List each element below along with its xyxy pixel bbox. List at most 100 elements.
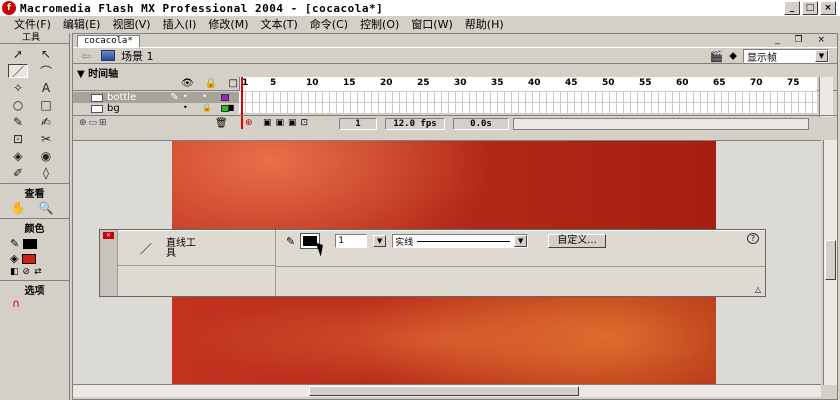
close-button[interactable]: × — [820, 1, 836, 15]
onion-skin-icons[interactable]: ▣▣▣⊡ — [263, 118, 312, 128]
panel-gripper[interactable]: ✕ — [100, 230, 118, 296]
stroke-color-icon: ✎ — [10, 237, 20, 250]
menu-commands[interactable]: 命令(C) — [304, 16, 354, 32]
timeline-header: 👁 🔒 □ 1 5 10 15 20 25 30 35 40 45 50 55 … — [73, 77, 837, 91]
pencil-tool-icon[interactable]: ✎ — [8, 115, 28, 129]
rectangle-tool-icon[interactable]: □ — [36, 98, 56, 112]
panel-close-icon[interactable]: ✕ — [103, 232, 114, 239]
black-white-icon[interactable]: ◧ — [10, 267, 19, 277]
no-color-icon[interactable]: ⊘ — [23, 267, 31, 277]
pencil-icon: ✎ — [170, 92, 179, 103]
frame-cells[interactable] — [239, 92, 817, 103]
zoom-value: 显示帧 — [747, 52, 777, 64]
timeline-vertical-scrollbar[interactable] — [819, 77, 833, 117]
stroke-style-value: 实线 — [395, 237, 414, 248]
maximize-button[interactable]: □ — [802, 1, 818, 15]
colors-section-label: 颜色 — [0, 218, 69, 235]
layer-state-marks[interactable]: • 🔒 ■ — [183, 103, 240, 112]
pen-tool-icon[interactable]: ✧ — [8, 81, 28, 95]
menu-edit[interactable]: 编辑(E) — [57, 16, 107, 32]
document-window: cocacola* _ ❐ × ⇦ 场景 1 🎬 ⬥ 显示帧 ▼ ▼ 时间轴 👁… — [72, 33, 838, 400]
zoom-tool-icon[interactable]: 🔍 — [36, 201, 56, 215]
text-tool-icon[interactable]: A — [36, 81, 56, 95]
options-section-label: 选项 — [0, 280, 69, 297]
zoom-select[interactable]: 显示帧 ▼ — [743, 49, 829, 64]
snap-magnet-icon[interactable]: ∩ — [0, 297, 69, 310]
tool-name: 直线工具 — [166, 238, 196, 259]
current-frame-display: 1 — [339, 118, 377, 130]
hand-tool-icon[interactable]: ✋ — [8, 201, 28, 215]
ruler-label: 75 — [787, 78, 800, 88]
scroll-thumb[interactable] — [309, 386, 579, 396]
menu-help[interactable]: 帮助(H) — [459, 16, 510, 32]
frame-cells[interactable] — [239, 103, 817, 114]
ruler-label: 45 — [565, 78, 578, 88]
line-tool-icon: ／ — [140, 242, 153, 256]
timeline-horizontal-scrollbar[interactable] — [513, 118, 809, 130]
ruler-label: 65 — [713, 78, 726, 88]
edit-symbol-icon[interactable]: ⬥ — [729, 49, 737, 63]
timeline-title[interactable]: ▼ 时间轴 — [77, 65, 118, 80]
ink-bottle-tool-icon[interactable]: ◈ — [8, 149, 28, 163]
edit-bar: ⇦ 场景 1 🎬 ⬥ 显示帧 ▼ — [73, 47, 837, 64]
center-frame-icon[interactable]: ⊕ — [245, 118, 253, 128]
chevron-down-icon[interactable]: ▼ — [373, 235, 387, 247]
delete-layer-icon[interactable]: 🗑 — [215, 118, 228, 129]
chevron-down-icon[interactable]: ▼ — [514, 235, 528, 247]
swap-colors-icon[interactable]: ⇄ — [34, 267, 42, 277]
menu-file[interactable]: 文件(F) — [8, 16, 57, 32]
fill-color-swatch[interactable] — [22, 253, 37, 264]
chevron-down-icon[interactable]: ▼ — [815, 50, 828, 62]
menu-text[interactable]: 文本(T) — [254, 16, 303, 32]
help-icon[interactable]: ? — [747, 233, 759, 244]
menu-bar: 文件(F) 编辑(E) 视图(V) 插入(I) 修改(M) 文本(T) 命令(C… — [0, 16, 840, 32]
arrow-tool-icon[interactable]: ➚ — [8, 47, 28, 61]
brush-tool-icon[interactable]: ✍ — [36, 115, 56, 129]
stroke-color-swatch[interactable] — [23, 238, 38, 249]
document-window-controls[interactable]: _ ❐ × — [775, 35, 831, 45]
minimize-button[interactable]: _ — [784, 1, 800, 15]
document-tab[interactable]: cocacola* — [77, 35, 140, 47]
ruler-label: 5 — [270, 78, 277, 88]
edit-scene-icon[interactable]: 🎬 — [710, 50, 724, 63]
subselect-tool-icon[interactable]: ↖ — [36, 47, 56, 61]
eyedropper-tool-icon[interactable]: ✐ — [8, 166, 28, 180]
layer-visibility-lock-outline-icons[interactable]: 👁 🔒 □ — [181, 78, 242, 89]
scene-breadcrumb[interactable]: 场景 1 — [101, 48, 154, 64]
line-tool-icon[interactable]: ／ — [8, 64, 28, 79]
back-arrow-icon[interactable]: ⇦ — [81, 49, 91, 63]
view-section-label: 查看 — [0, 183, 69, 200]
stage-background-glow — [172, 291, 716, 385]
add-layer-icons[interactable]: ⊕▭⊞ — [79, 118, 109, 128]
free-transform-tool-icon[interactable]: ⊡ — [8, 132, 28, 146]
paint-bucket-tool-icon[interactable]: ◉ — [36, 149, 56, 163]
tools-panel-title: 工具 — [0, 33, 69, 44]
frame-rate-display[interactable]: 12.0 fps — [385, 118, 445, 130]
layer-outline-color[interactable] — [221, 105, 229, 112]
frame-ruler[interactable]: 1 5 10 15 20 25 30 35 40 45 50 55 60 65 … — [239, 77, 817, 91]
stroke-style-select[interactable]: 实线 ▼ — [392, 234, 529, 248]
eraser-tool-icon[interactable]: ◊ — [36, 166, 56, 180]
layer-outline-color[interactable] — [221, 94, 229, 101]
ruler-label: 60 — [676, 78, 689, 88]
layer-name: bottle — [107, 92, 137, 103]
scroll-thumb[interactable] — [825, 240, 836, 280]
menu-modify[interactable]: 修改(M) — [202, 16, 254, 32]
fill-transform-tool-icon[interactable]: ✂ — [36, 132, 56, 146]
stroke-width-input[interactable]: 1 — [335, 234, 368, 248]
tool-info: ／ 直线工具 — [118, 230, 276, 266]
layer-row-bottle[interactable]: bottle ✎ • • ■ — [73, 92, 837, 103]
ruler-label: 20 — [380, 78, 393, 88]
stage-horizontal-scrollbar[interactable] — [73, 384, 821, 397]
menu-window[interactable]: 窗口(W) — [405, 16, 458, 32]
stage-vertical-scrollbar[interactable] — [823, 140, 837, 385]
oval-tool-icon[interactable]: ○ — [8, 98, 28, 112]
collapse-triangle-icon[interactable]: △ — [755, 285, 761, 294]
stroke-properties-row: ✎ 1 ▼ 实线 ▼ 自定义... — [286, 233, 606, 249]
custom-stroke-button[interactable]: 自定义... — [548, 234, 606, 248]
menu-view[interactable]: 视图(V) — [106, 16, 156, 32]
menu-insert[interactable]: 插入(I) — [157, 16, 203, 32]
lasso-tool-icon[interactable]: ⌒ — [36, 64, 56, 79]
layer-row-bg[interactable]: bg • 🔒 ■ — [73, 103, 837, 114]
menu-control[interactable]: 控制(O) — [354, 16, 405, 32]
